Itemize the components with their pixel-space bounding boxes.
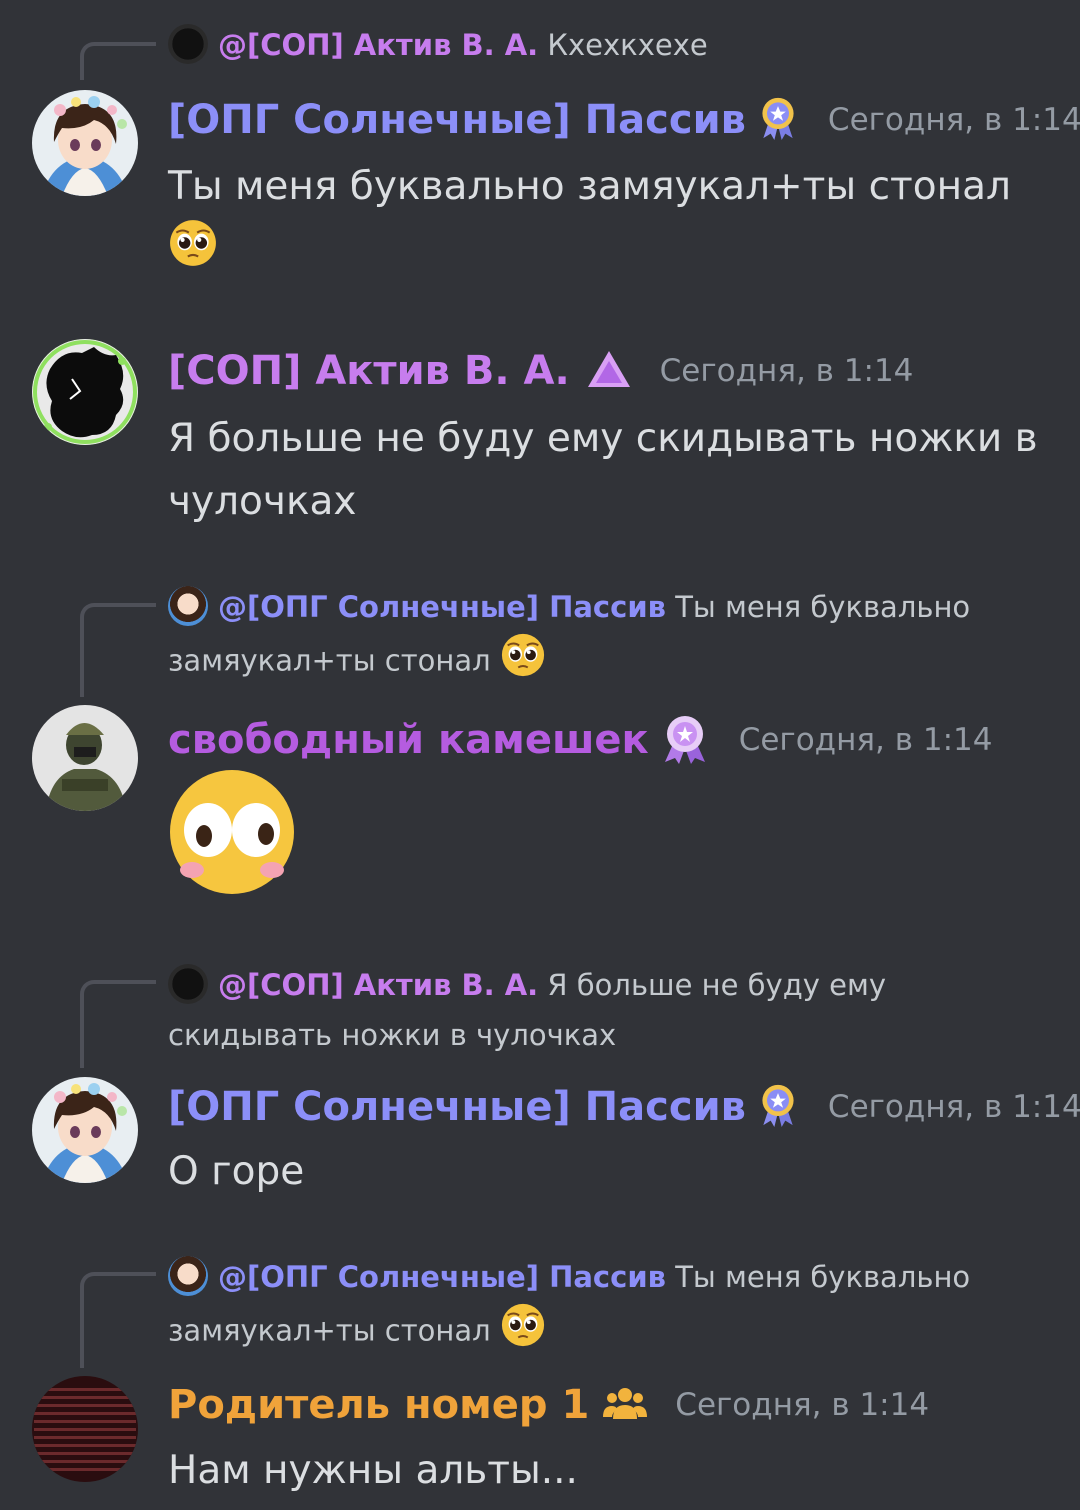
chat-message-list: @[СОП] Актив В. А. Кхехкхехе [ОПГ Солнеч… (0, 0, 1080, 1510)
author-name[interactable]: [ОПГ Солнечные] Пассив (168, 97, 746, 143)
message-header: [СОП] Актив В. А. Сегодня, в 1:14 (168, 348, 913, 394)
message-header: [ОПГ Солнечные] Пассив Сегодня, в 1:14 (168, 1083, 1080, 1131)
dark-silhouette-avatar (168, 24, 208, 64)
flower-badge-icon[interactable] (659, 712, 711, 768)
author-name[interactable]: свободный камешек (168, 717, 649, 763)
flushed-face-emoji (168, 768, 296, 900)
pleading-face-emoji (500, 632, 546, 693)
message-text: О горе (168, 1149, 305, 1194)
timestamp: Сегодня, в 1:14 (659, 353, 914, 389)
dark-silhouette-avatar (168, 964, 208, 1004)
dark-silhouette-avatar[interactable] (32, 339, 138, 445)
message-text: Я больше не буду ему скидывать ножки в ч… (168, 416, 1038, 524)
reply-mention[interactable]: @[СОП] Актив В. А. (218, 28, 538, 62)
timestamp: Сегодня, в 1:14 (738, 722, 993, 758)
message-content: О горе (168, 1140, 1048, 1203)
reply-preview[interactable]: @[ОПГ Солнечные] Пассив Ты меня буквальн… (168, 1252, 1048, 1363)
reply-connector (80, 42, 156, 80)
reply-mention[interactable]: @[СОП] Актив В. А. (218, 968, 538, 1002)
reply-preview[interactable]: @[СОП] Актив В. А. Я больше не буду ему … (168, 960, 1048, 1060)
timestamp: Сегодня, в 1:14 (827, 1089, 1080, 1125)
text-pattern-avatar[interactable] (32, 1376, 138, 1482)
reply-connector (80, 603, 156, 697)
reply-preview[interactable]: @[ОПГ Солнечные] Пассив Ты меня буквальн… (168, 582, 1048, 693)
reply-preview[interactable]: @[СОП] Актив В. А. Кхехкхехе (168, 20, 1048, 70)
people-badge-icon[interactable] (603, 1385, 648, 1425)
rosette-badge-icon[interactable] (756, 1083, 800, 1131)
timestamp: Сегодня, в 1:14 (827, 102, 1080, 138)
pleading-face-emoji (500, 1302, 546, 1363)
message-text: Нам нужны альты... (168, 1448, 578, 1493)
reply-connector (80, 980, 156, 1068)
triangle-badge-icon[interactable] (586, 349, 632, 393)
message-header: [ОПГ Солнечные] Пассив Сегодня, в 1:14 (168, 96, 1080, 144)
rosette-badge-icon[interactable] (756, 96, 800, 144)
message-content: Я больше не буду ему скидывать ножки в ч… (168, 407, 1048, 533)
timestamp: Сегодня, в 1:14 (675, 1387, 930, 1423)
author-name[interactable]: [СОП] Актив В. А. (168, 348, 570, 394)
author-name[interactable]: [ОПГ Солнечные] Пассив (168, 1084, 746, 1130)
anime-girl-avatar[interactable] (32, 90, 138, 196)
anime-girl-avatar (168, 1256, 208, 1296)
message-content: Ты меня буквально замяукал+ты стонал (168, 155, 1048, 287)
message-content: Нам нужны альты... (168, 1439, 1048, 1502)
pleading-face-emoji (168, 218, 218, 287)
anime-girl-avatar (168, 586, 208, 626)
reply-mention[interactable]: @[ОПГ Солнечные] Пассив (218, 590, 666, 624)
reply-connector (80, 1272, 156, 1368)
soldier-avatar[interactable] (32, 705, 138, 811)
anime-girl-avatar[interactable] (32, 1077, 138, 1183)
message-header: свободный камешек Сегодня, в 1:14 (168, 712, 992, 768)
message-text: Ты меня буквально замяукал+ты стонал (168, 164, 1011, 209)
reply-text: Кхехкхехе (547, 28, 708, 62)
message-header: Родитель номер 1 Сегодня, в 1:14 (168, 1382, 929, 1428)
author-name[interactable]: Родитель номер 1 (168, 1382, 589, 1428)
reply-mention[interactable]: @[ОПГ Солнечные] Пассив (218, 1260, 666, 1294)
